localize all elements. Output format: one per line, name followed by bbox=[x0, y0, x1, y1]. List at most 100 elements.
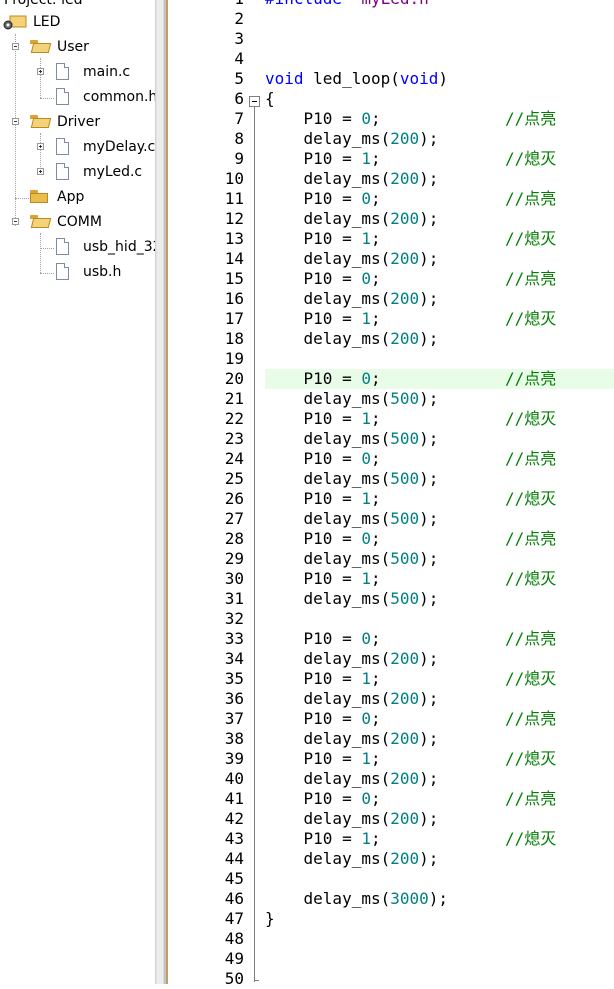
code-text: P10 = bbox=[265, 629, 362, 648]
tree-connector bbox=[15, 198, 29, 199]
current-code-line[interactable]: P10 = 0; //点亮 bbox=[265, 369, 614, 389]
code-editor[interactable]: #include "myLed.h" void led_loop(void){ P… bbox=[248, 0, 614, 984]
line-number: 22 bbox=[224, 409, 244, 428]
code-number: 500 bbox=[390, 429, 420, 448]
code-text: ); bbox=[419, 289, 439, 308]
code-comment: //点亮 bbox=[505, 269, 557, 288]
code-line[interactable]: P10 = 1; //熄灭 bbox=[265, 829, 557, 849]
code-text: delay_ms( bbox=[265, 129, 391, 148]
code-line[interactable]: P10 = 0; //点亮 bbox=[265, 109, 557, 129]
code-line[interactable]: } bbox=[265, 909, 275, 929]
code-line[interactable]: delay_ms(3000); bbox=[265, 889, 449, 909]
code-line[interactable]: delay_ms(500); bbox=[265, 469, 439, 489]
code-line[interactable]: P10 = 1; //熄灭 bbox=[265, 229, 557, 249]
code-number: 200 bbox=[390, 249, 420, 268]
code-line[interactable]: delay_ms(200); bbox=[265, 689, 439, 709]
code-line[interactable]: delay_ms(200); bbox=[265, 649, 439, 669]
line-number: 12 bbox=[224, 209, 244, 228]
code-line[interactable]: P10 = 1; //熄灭 bbox=[265, 309, 557, 329]
code-number: 500 bbox=[390, 469, 420, 488]
line-number: 49 bbox=[224, 949, 244, 968]
panel-splitter[interactable] bbox=[155, 0, 166, 984]
fold-collapse-icon[interactable] bbox=[249, 96, 260, 107]
line-number: 27 bbox=[224, 509, 244, 528]
code-line[interactable]: #include "myLed.h" bbox=[265, 0, 438, 9]
code-line[interactable]: P10 = 0; //点亮 bbox=[265, 269, 557, 289]
code-text: delay_ms( bbox=[265, 809, 391, 828]
code-line[interactable]: delay_ms(200); bbox=[265, 169, 439, 189]
code-text: ; bbox=[370, 529, 381, 548]
code-number: 200 bbox=[390, 689, 420, 708]
code-text: ) bbox=[438, 69, 449, 88]
code-text: delay_ms( bbox=[265, 289, 391, 308]
code-text: ; bbox=[370, 569, 381, 588]
code-text: led_loop( bbox=[303, 69, 400, 88]
tree-item-label: COMM bbox=[57, 214, 102, 230]
expand-icon[interactable] bbox=[37, 168, 44, 175]
code-line[interactable]: P10 = 1; //熄灭 bbox=[265, 749, 557, 769]
code-text: delay_ms( bbox=[265, 249, 391, 268]
collapse-icon[interactable] bbox=[12, 43, 19, 50]
code-text: ; bbox=[370, 709, 381, 728]
code-line[interactable]: delay_ms(500); bbox=[265, 509, 439, 529]
code-text: P10 = bbox=[265, 749, 362, 768]
code-line[interactable]: P10 = 1; //熄灭 bbox=[265, 569, 557, 589]
code-line[interactable]: delay_ms(500); bbox=[265, 549, 439, 569]
tree-item-label: usb.h bbox=[83, 264, 122, 280]
code-text: delay_ms( bbox=[265, 509, 391, 528]
code-line[interactable]: delay_ms(200); bbox=[265, 769, 439, 789]
code-line[interactable]: delay_ms(200); bbox=[265, 809, 439, 829]
line-number: 45 bbox=[224, 869, 244, 888]
code-line[interactable]: delay_ms(200); bbox=[265, 729, 439, 749]
code-line[interactable]: P10 = 1; //熄灭 bbox=[265, 409, 557, 429]
code-text: P10 = bbox=[265, 529, 362, 548]
collapse-icon[interactable] bbox=[12, 218, 19, 225]
code-line[interactable]: P10 = 0; //点亮 bbox=[265, 789, 557, 809]
code-line[interactable]: P10 = 1; //熄灭 bbox=[265, 669, 557, 689]
code-line[interactable]: P10 = 1; //熄灭 bbox=[265, 489, 557, 509]
line-number: 34 bbox=[224, 649, 244, 668]
code-number: 500 bbox=[390, 389, 420, 408]
tree-connector bbox=[40, 58, 41, 98]
code-line[interactable]: delay_ms(200); bbox=[265, 329, 439, 349]
code-text: ; bbox=[370, 749, 381, 768]
line-number: 10 bbox=[224, 169, 244, 188]
code-text: delay_ms( bbox=[265, 169, 391, 188]
code-line[interactable]: delay_ms(200); bbox=[265, 129, 439, 149]
code-text: ); bbox=[419, 209, 439, 228]
code-line[interactable]: delay_ms(200); bbox=[265, 849, 439, 869]
code-number: 200 bbox=[390, 289, 420, 308]
tree-item-label: App bbox=[57, 189, 85, 205]
code-line[interactable]: P10 = 0; //点亮 bbox=[265, 449, 557, 469]
code-line[interactable]: P10 = 0; //点亮 bbox=[265, 629, 557, 649]
code-line[interactable]: P10 = 0; //点亮 bbox=[265, 189, 557, 209]
code-line[interactable]: P10 = 0; //点亮 bbox=[265, 529, 557, 549]
project-tree[interactable]: Project: led LED User main.c common.h Dr… bbox=[0, 0, 155, 984]
line-number: 43 bbox=[224, 829, 244, 848]
code-line[interactable]: P10 = 1; //熄灭 bbox=[265, 149, 557, 169]
code-line[interactable]: { bbox=[265, 89, 275, 109]
code-line[interactable]: delay_ms(500); bbox=[265, 389, 439, 409]
code-line[interactable]: delay_ms(200); bbox=[265, 209, 439, 229]
code-line[interactable]: delay_ms(200); bbox=[265, 249, 439, 269]
project-title: Project: led bbox=[4, 0, 83, 8]
tree-item-label: usb_hid_32 bbox=[83, 239, 155, 255]
code-text: delay_ms( bbox=[265, 889, 391, 908]
code-text: ); bbox=[428, 889, 449, 908]
code-line[interactable]: delay_ms(200); bbox=[265, 289, 439, 309]
line-number: 24 bbox=[224, 449, 244, 468]
expand-icon[interactable] bbox=[37, 68, 44, 75]
code-number: 0 bbox=[361, 789, 371, 808]
code-directive: #include bbox=[265, 0, 352, 8]
code-line[interactable]: P10 = 0; //点亮 bbox=[265, 709, 557, 729]
code-line[interactable]: delay_ms(500); bbox=[265, 589, 439, 609]
target-icon bbox=[2, 14, 28, 30]
code-line[interactable]: void led_loop(void) bbox=[265, 69, 448, 89]
code-number: 1 bbox=[361, 749, 371, 768]
code-number: 1 bbox=[361, 309, 371, 328]
code-line[interactable]: delay_ms(500); bbox=[265, 429, 439, 449]
expand-icon[interactable] bbox=[37, 143, 44, 150]
line-number: 32 bbox=[224, 609, 244, 628]
collapse-icon[interactable] bbox=[12, 118, 19, 125]
code-number: 1 bbox=[361, 489, 371, 508]
